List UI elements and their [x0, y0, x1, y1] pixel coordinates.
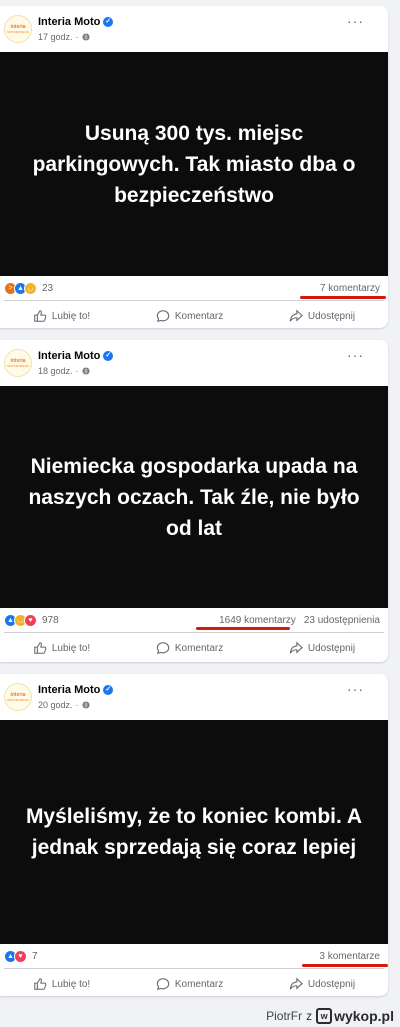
comment-label: Komentarz [174, 978, 224, 990]
like-button[interactable]: Lubię to! [33, 977, 90, 991]
like-label: Lubię to! [51, 310, 91, 322]
more-options-icon[interactable]: ··· [347, 348, 364, 362]
post-stats: > ▲ ◡ 23 7 komentarzy [0, 276, 388, 300]
reaction-count: 23 [42, 282, 54, 294]
wykop-watermark: PiotrFr z w wykop.pl [266, 1008, 394, 1024]
post-meta: 20 godz. · [38, 700, 90, 710]
post-time[interactable]: 17 godz. [38, 32, 73, 42]
post-header: interia MOTORYZACJA Interia Moto ✓ 20 go… [0, 674, 388, 720]
reactions-summary[interactable]: ▲ ◡ ♥ 978 [4, 613, 59, 627]
love-reaction-icon: ♥ [14, 949, 27, 963]
post-meta: 18 godz. · [38, 366, 90, 376]
comment-icon [156, 642, 170, 655]
comment-icon [156, 978, 170, 991]
page-avatar[interactable]: interia MOTORYZACJA [4, 15, 32, 43]
wykop-site: wykop.pl [334, 1008, 394, 1024]
reactions-summary[interactable]: > ▲ ◡ 23 [4, 281, 54, 295]
logo-subtext: MOTORYZACJA [7, 29, 29, 34]
share-button[interactable]: Udostępnij [289, 309, 355, 323]
share-label: Udostępnij [307, 310, 356, 322]
red-underline-annotation [302, 964, 388, 967]
post-actions: Lubię to! Komentarz Udostępnij [0, 969, 388, 996]
comments-count[interactable]: 7 komentarzy [320, 283, 380, 294]
wykop-icon: w [316, 1008, 333, 1024]
page-name[interactable]: Interia Moto ✓ [38, 684, 114, 696]
comment-button[interactable]: Komentarz [156, 309, 223, 323]
author-name[interactable]: Interia Moto [38, 350, 100, 362]
post-card: interia MOTORYZACJA Interia Moto ✓ 17 go… [0, 6, 388, 328]
haha-reaction-icon: ◡ [24, 281, 37, 295]
more-options-icon[interactable]: ··· [347, 682, 364, 696]
page-avatar[interactable]: interia MOTORYZACJA [4, 349, 32, 377]
comments-count[interactable]: 1649 komentarzy [219, 615, 296, 626]
comment-icon [156, 310, 170, 323]
logo-subtext: MOTORYZACJA [7, 363, 29, 368]
like-label: Lubię to! [51, 642, 91, 654]
post-card: interia MOTORYZACJA Interia Moto ✓ 20 go… [0, 674, 388, 996]
author-name[interactable]: Interia Moto [38, 16, 100, 28]
verified-badge-icon: ✓ [103, 685, 114, 695]
comment-label: Komentarz [174, 310, 224, 322]
comments-count[interactable]: 3 komentarze [319, 951, 380, 962]
verified-badge-icon: ✓ [103, 17, 114, 27]
share-button[interactable]: Udostępnij [289, 641, 355, 655]
post-time[interactable]: 18 godz. [38, 366, 73, 376]
thumbs-up-icon [34, 310, 47, 322]
comment-button[interactable]: Komentarz [156, 977, 223, 991]
post-meta: 17 godz. · [38, 32, 90, 42]
comment-button[interactable]: Komentarz [156, 641, 223, 655]
watermark-separator: z [306, 1009, 313, 1023]
share-label: Udostępnij [307, 642, 356, 654]
post-headline: Myśleliśmy, że to koniec kombi. A jednak… [25, 805, 363, 859]
thumbs-up-icon [34, 978, 47, 990]
watermark-user: PiotrFr [266, 1009, 303, 1023]
post-header: interia MOTORYZACJA Interia Moto ✓ 17 go… [0, 6, 388, 52]
verified-badge-icon: ✓ [103, 351, 114, 361]
post-image[interactable]: Niemiecka gospodarka upada na naszych oc… [0, 386, 388, 608]
wykop-logo: w wykop.pl [316, 1008, 394, 1024]
reaction-count: 7 [32, 950, 38, 962]
globe-icon [82, 701, 90, 709]
comment-label: Komentarz [174, 642, 224, 654]
red-underline-annotation [196, 627, 290, 630]
post-header: interia MOTORYZACJA Interia Moto ✓ 18 go… [0, 340, 388, 386]
like-label: Lubię to! [51, 978, 91, 990]
share-icon [289, 309, 303, 322]
post-headline: Niemiecka gospodarka upada na naszych oc… [28, 454, 360, 540]
author-name[interactable]: Interia Moto [38, 684, 100, 696]
logo-subtext: MOTORYZACJA [7, 697, 29, 702]
post-stats: ▲ ♥ 7 3 komentarze [0, 944, 388, 968]
page-avatar[interactable]: interia MOTORYZACJA [4, 683, 32, 711]
page-name[interactable]: Interia Moto ✓ [38, 16, 114, 28]
post-image[interactable]: Usuną 300 tys. miejsc parkingowych. Tak … [0, 52, 388, 276]
share-icon [289, 977, 303, 990]
page-name[interactable]: Interia Moto ✓ [38, 350, 114, 362]
post-card: interia MOTORYZACJA Interia Moto ✓ 18 go… [0, 340, 388, 662]
reaction-count: 978 [42, 614, 59, 626]
post-time[interactable]: 20 godz. [38, 700, 73, 710]
love-reaction-icon: ♥ [24, 613, 37, 627]
more-options-icon[interactable]: ··· [347, 14, 364, 28]
globe-icon [82, 367, 90, 375]
globe-icon [82, 33, 90, 41]
share-label: Udostępnij [307, 978, 356, 990]
post-stats: ▲ ◡ ♥ 978 1649 komentarzy 23 udostępnien… [0, 608, 388, 632]
share-button[interactable]: Udostępnij [289, 977, 355, 991]
post-actions: Lubię to! Komentarz Udostępnij [0, 633, 388, 662]
post-actions: Lubię to! Komentarz Udostępnij [0, 301, 388, 328]
post-headline: Usuną 300 tys. miejsc parkingowych. Tak … [32, 121, 356, 207]
thumbs-up-icon [34, 642, 47, 654]
shares-count[interactable]: 23 udostępnienia [304, 615, 380, 626]
share-icon [289, 641, 303, 654]
post-image[interactable]: Myśleliśmy, że to koniec kombi. A jednak… [0, 720, 388, 944]
reactions-summary[interactable]: ▲ ♥ 7 [4, 949, 38, 963]
like-button[interactable]: Lubię to! [33, 309, 90, 323]
red-underline-annotation [300, 296, 386, 299]
like-button[interactable]: Lubię to! [33, 641, 90, 655]
